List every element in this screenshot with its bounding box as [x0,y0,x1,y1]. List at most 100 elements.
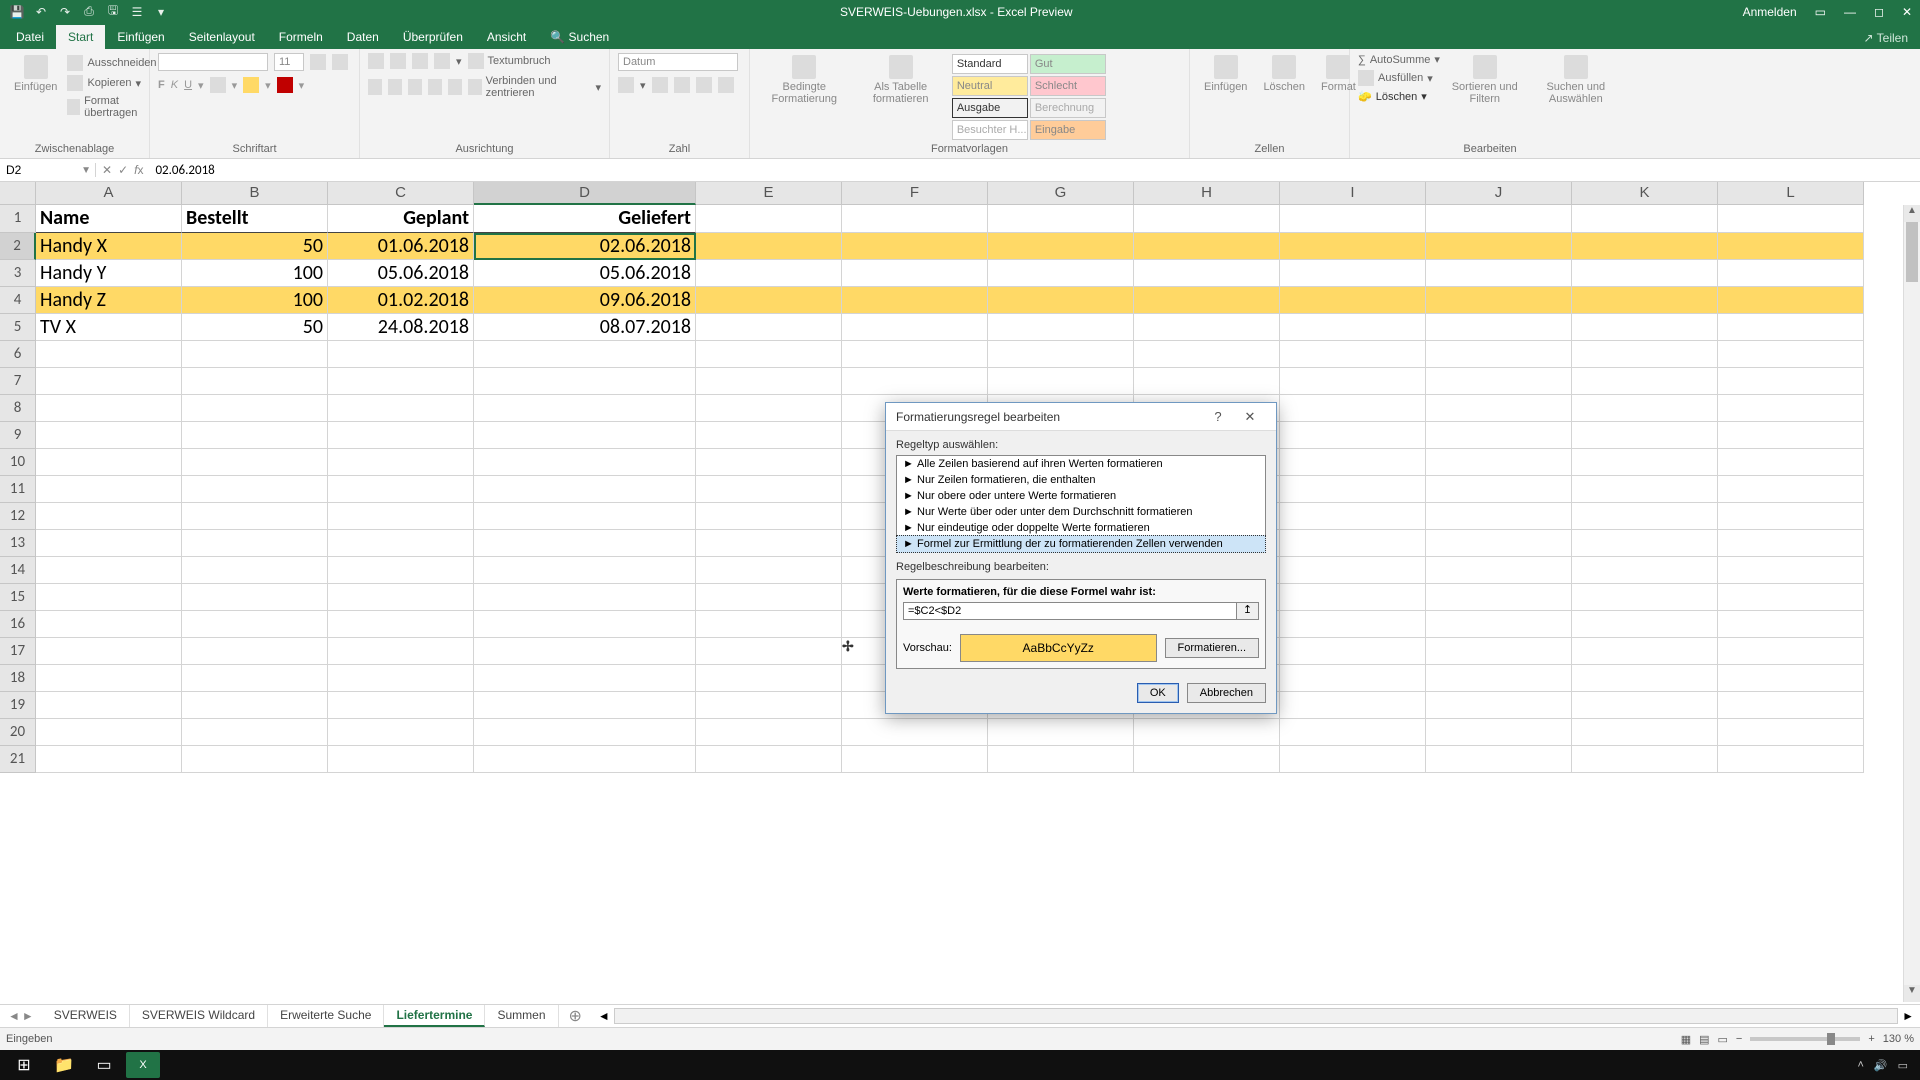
taskbar-explorer-icon[interactable]: 📁 [44,1050,84,1080]
col-header-G[interactable]: G [988,182,1134,205]
cell-E15[interactable] [696,584,842,611]
cell-I10[interactable] [1280,449,1426,476]
cell-A8[interactable] [36,395,182,422]
col-header-J[interactable]: J [1426,182,1572,205]
cell-E14[interactable] [696,557,842,584]
cell-C11[interactable] [328,476,474,503]
cell-C9[interactable] [328,422,474,449]
increase-font-icon[interactable] [310,54,326,70]
share-button[interactable]: ↗ Teilen [1851,27,1920,49]
cell-I21[interactable] [1280,746,1426,773]
cell-I20[interactable] [1280,719,1426,746]
quickprint-icon[interactable]: ⎙ [80,3,98,21]
format-painter-button[interactable]: Format übertragen [67,95,156,119]
row-header-10[interactable]: 10 [0,449,36,476]
cell-A18[interactable] [36,665,182,692]
cell-A17[interactable] [36,638,182,665]
cell-A9[interactable] [36,422,182,449]
sheet-tab[interactable]: Erweiterte Suche [268,1005,384,1027]
cell-H4[interactable] [1134,287,1280,314]
cell-K18[interactable] [1572,665,1718,692]
cell-K15[interactable] [1572,584,1718,611]
cell-F3[interactable] [842,260,988,287]
cell-L6[interactable] [1718,341,1864,368]
number-format-select[interactable] [618,53,738,71]
col-header-F[interactable]: F [842,182,988,205]
cell-D12[interactable] [474,503,696,530]
cell-A15[interactable] [36,584,182,611]
scroll-up-icon[interactable]: ▲ [1904,205,1920,222]
row-header-15[interactable]: 15 [0,584,36,611]
cell-J12[interactable] [1426,503,1572,530]
col-header-B[interactable]: B [182,182,328,205]
dialog-close-icon[interactable]: ✕ [1234,409,1266,425]
cell-C12[interactable] [328,503,474,530]
cell-C5[interactable]: 24.08.2018 [328,314,474,341]
cell-G6[interactable] [988,341,1134,368]
conditional-formatting-button[interactable]: Bedingte Formatierung [758,53,851,107]
cell-K7[interactable] [1572,368,1718,395]
cell-E8[interactable] [696,395,842,422]
system-tray[interactable]: ˄ 🔊 ▭ [1857,1059,1916,1072]
cell-J10[interactable] [1426,449,1572,476]
autosum-button[interactable]: ∑ AutoSumme ▾ [1358,53,1440,66]
cell-J17[interactable] [1426,638,1572,665]
sheet-tab[interactable]: Summen [485,1005,558,1027]
zoom-slider[interactable] [1750,1037,1860,1041]
cell-L5[interactable] [1718,314,1864,341]
cell-L16[interactable] [1718,611,1864,638]
touch-icon[interactable]: ☰ [128,3,146,21]
cell-G3[interactable] [988,260,1134,287]
font-name-input[interactable] [158,53,268,71]
cancel-button[interactable]: Abbrechen [1187,683,1266,703]
merge-button[interactable]: Verbinden und zentrieren ▾ [468,75,601,99]
clear-button[interactable]: 🧽 Löschen ▾ [1358,90,1440,103]
cell-D6[interactable] [474,341,696,368]
row-header-21[interactable]: 21 [0,746,36,773]
cell-L19[interactable] [1718,692,1864,719]
cell-B12[interactable] [182,503,328,530]
cell-E10[interactable] [696,449,842,476]
tab-insert[interactable]: Einfügen [105,25,176,49]
font-color-icon[interactable] [277,77,293,93]
cell-G20[interactable] [988,719,1134,746]
cell-I13[interactable] [1280,530,1426,557]
row-header-9[interactable]: 9 [0,422,36,449]
cell-D10[interactable] [474,449,696,476]
align-center-icon[interactable] [388,79,402,95]
view-normal-icon[interactable]: ▦ [1681,1033,1691,1046]
cell-D14[interactable] [474,557,696,584]
cell-C19[interactable] [328,692,474,719]
col-header-L[interactable]: L [1718,182,1864,205]
cell-I8[interactable] [1280,395,1426,422]
cell-L10[interactable] [1718,449,1864,476]
style-schlecht[interactable]: Schlecht [1030,76,1106,96]
cell-E20[interactable] [696,719,842,746]
cell-A11[interactable] [36,476,182,503]
indent-dec-icon[interactable] [428,79,442,95]
cell-K20[interactable] [1572,719,1718,746]
cell-E6[interactable] [696,341,842,368]
align-bottom-icon[interactable] [412,53,428,69]
percent-icon[interactable] [652,77,668,93]
row-header-4[interactable]: 4 [0,287,36,314]
sort-filter-button[interactable]: Sortieren und Filtern [1444,53,1526,107]
cell-D7[interactable] [474,368,696,395]
cell-J8[interactable] [1426,395,1572,422]
cell-K4[interactable] [1572,287,1718,314]
cell-I6[interactable] [1280,341,1426,368]
cell-F4[interactable] [842,287,988,314]
col-header-E[interactable]: E [696,182,842,205]
cell-D19[interactable] [474,692,696,719]
sheet-tab[interactable]: SVERWEIS [42,1005,130,1027]
minimize-icon[interactable]: — [1844,5,1856,19]
cell-A14[interactable] [36,557,182,584]
zoom-in-icon[interactable]: + [1868,1033,1874,1045]
cell-E2[interactable] [696,233,842,260]
cell-B9[interactable] [182,422,328,449]
cell-L4[interactable] [1718,287,1864,314]
hscroll-right-icon[interactable]: ► [1902,1009,1914,1023]
cell-K14[interactable] [1572,557,1718,584]
col-header-D[interactable]: D [474,182,696,205]
orientation-icon[interactable] [434,53,450,69]
